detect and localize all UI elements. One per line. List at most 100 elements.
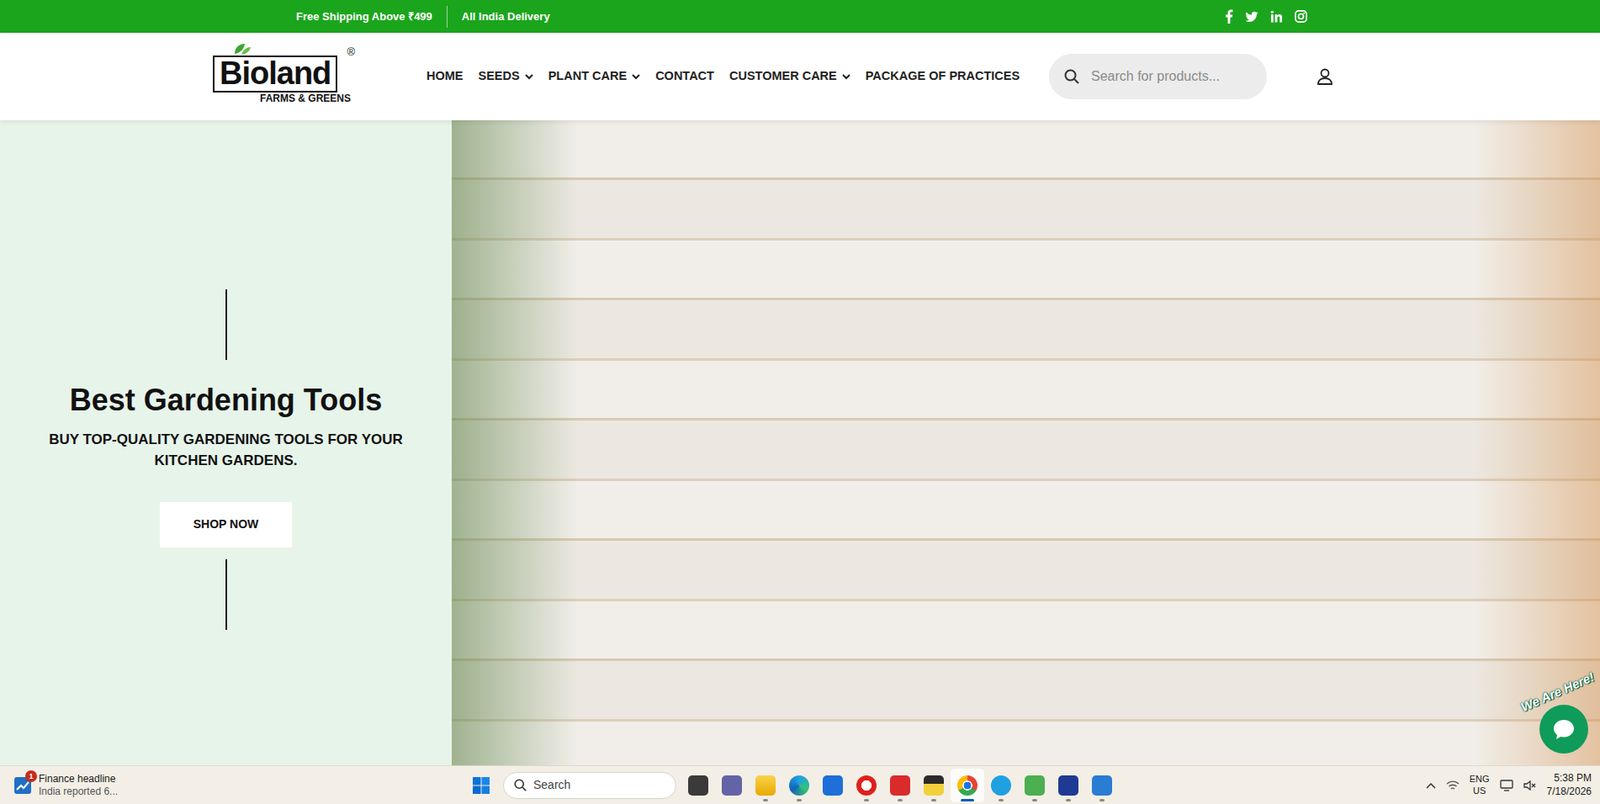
nav-label: CONTACT bbox=[655, 67, 715, 86]
photo-plants-left bbox=[451, 120, 578, 766]
nav-item[interactable]: CUSTOMER CARE bbox=[729, 67, 851, 86]
facebook-icon[interactable] bbox=[1224, 9, 1234, 24]
running-indicator bbox=[762, 799, 769, 802]
region-code: US bbox=[1469, 785, 1490, 798]
taskbar-app[interactable] bbox=[782, 768, 816, 803]
site-header: BiolandFARMS & GREENS® HOME SEEDS PLANT CAR… bbox=[0, 32, 1600, 121]
app-icon bbox=[990, 775, 1012, 796]
clock-time: 5:38 PM bbox=[1547, 772, 1592, 786]
store-icon bbox=[822, 775, 843, 796]
taskbar-center: Search bbox=[464, 768, 1119, 803]
taskbar-app[interactable] bbox=[681, 768, 716, 803]
nav-item[interactable]: HOME bbox=[426, 67, 464, 86]
start-button[interactable] bbox=[464, 768, 499, 803]
teams-icon bbox=[721, 775, 742, 796]
user-icon[interactable] bbox=[1317, 68, 1333, 85]
chevron-down-icon[interactable] bbox=[631, 74, 641, 80]
main-nav: HOME SEEDS PLANT CARE CONTACT CUSTOMER CARE P… bbox=[426, 67, 1020, 86]
product-search bbox=[1049, 53, 1267, 100]
running-indicator bbox=[863, 799, 869, 802]
notepad-icon bbox=[1091, 775, 1113, 796]
volume-muted-icon[interactable] bbox=[1523, 779, 1537, 792]
edge-icon bbox=[789, 775, 810, 796]
divider-line bbox=[225, 559, 228, 631]
chevron-up-icon[interactable] bbox=[1425, 782, 1436, 790]
nav-item[interactable]: PLANT CARE bbox=[548, 67, 641, 86]
linkedin-icon[interactable] bbox=[1270, 10, 1283, 23]
running-indicator bbox=[897, 799, 903, 802]
running-indicator bbox=[998, 799, 1004, 802]
chevron-down-icon[interactable] bbox=[842, 74, 851, 80]
taskbar-app[interactable] bbox=[1051, 768, 1086, 803]
running-indicator bbox=[1099, 799, 1105, 802]
taskbar-app[interactable] bbox=[715, 768, 749, 803]
taskbar-app[interactable] bbox=[883, 768, 917, 803]
leaf-icon bbox=[233, 42, 252, 56]
wps-icon bbox=[890, 775, 911, 796]
chat-button[interactable] bbox=[1539, 704, 1589, 754]
running-indicator bbox=[960, 799, 975, 802]
chevron-down-icon[interactable] bbox=[524, 74, 534, 80]
taskbar-search[interactable]: Search bbox=[503, 772, 677, 800]
task-view-icon bbox=[688, 775, 709, 796]
taskbar-app[interactable] bbox=[1085, 768, 1119, 803]
announcement-text: All India Delivery bbox=[461, 8, 551, 26]
logo-tagline: FARMS & GREENS bbox=[212, 92, 361, 105]
clock[interactable]: 5:38 PM7/18/2026 bbox=[1547, 772, 1592, 799]
chat-bubble-icon bbox=[1552, 717, 1576, 742]
social-links bbox=[1224, 9, 1308, 24]
notification-badge: 1 bbox=[25, 770, 38, 783]
site-logo[interactable]: BiolandFARMS & GREENS® bbox=[212, 48, 361, 105]
search-input[interactable] bbox=[1089, 65, 1252, 88]
language-code: ENG bbox=[1469, 773, 1490, 786]
opera-icon bbox=[856, 775, 877, 796]
announcement-text: Free Shipping Above ₹499 bbox=[296, 8, 433, 26]
network-icon[interactable] bbox=[1446, 779, 1460, 792]
chrome-icon bbox=[957, 775, 978, 796]
taskbar-app[interactable] bbox=[916, 768, 951, 803]
taskbar-app[interactable] bbox=[950, 768, 985, 803]
taskbar: 1Finance headlineIndia reported 6... Sear… bbox=[0, 765, 1600, 804]
taskbar-search-text: Search bbox=[533, 776, 571, 795]
taskbar-app[interactable] bbox=[815, 768, 850, 803]
input-language[interactable]: ENGUS bbox=[1469, 773, 1490, 798]
taskbar-app[interactable] bbox=[849, 768, 884, 803]
hero-banner: Best Gardening Tools BUY TOP-QUALITY GARD… bbox=[0, 120, 1600, 766]
separator bbox=[446, 5, 448, 28]
hero-photo: We Are Here! bbox=[451, 120, 1600, 766]
nav-item[interactable]: PACKAGE OF PRACTICES bbox=[865, 67, 1020, 86]
taskbar-app[interactable] bbox=[748, 768, 783, 803]
search-icon[interactable] bbox=[1064, 68, 1080, 85]
logo-name: Bioland bbox=[212, 55, 338, 93]
running-indicator bbox=[729, 799, 735, 802]
nav-item[interactable]: CONTACT bbox=[655, 67, 715, 86]
windows-logo-icon bbox=[471, 776, 491, 795]
divider-line bbox=[225, 289, 228, 361]
app-icon bbox=[1058, 775, 1079, 796]
announcement-bar: Free Shipping Above ₹499 All India Delive… bbox=[0, 0, 1600, 33]
nav-label: PACKAGE OF PRACTICES bbox=[865, 67, 1020, 86]
hero-subtitle: BUY TOP-QUALITY GARDENING TOOLS FOR YOUR… bbox=[16, 429, 435, 472]
news-widget[interactable]: 1Finance headlineIndia reported 6... bbox=[0, 773, 465, 798]
sticky-notes-icon bbox=[923, 775, 944, 796]
hero-text-panel: Best Gardening Tools BUY TOP-QUALITY GARD… bbox=[0, 120, 452, 766]
widget-headline: India reported 6... bbox=[38, 785, 118, 798]
taskbar-app[interactable] bbox=[984, 768, 1018, 803]
running-indicator bbox=[931, 799, 937, 802]
app-icon bbox=[1024, 775, 1045, 796]
taskbar-app[interactable] bbox=[1017, 768, 1052, 803]
hero-title: Best Gardening Tools bbox=[69, 381, 382, 419]
nav-label: SEEDS bbox=[478, 67, 520, 86]
shop-now-button[interactable]: SHOP NOW bbox=[159, 502, 292, 548]
running-indicator bbox=[830, 799, 836, 802]
instagram-icon[interactable] bbox=[1294, 10, 1308, 23]
clock-date: 7/18/2026 bbox=[1547, 785, 1592, 800]
widget-text: Finance headlineIndia reported 6... bbox=[38, 773, 118, 798]
twitter-icon[interactable] bbox=[1245, 10, 1259, 23]
running-indicator bbox=[1032, 799, 1038, 802]
search-icon bbox=[513, 778, 527, 792]
photo-plants-right bbox=[1473, 120, 1600, 766]
display-icon[interactable] bbox=[1499, 779, 1514, 792]
running-indicator bbox=[796, 799, 802, 802]
nav-item[interactable]: SEEDS bbox=[478, 67, 534, 86]
